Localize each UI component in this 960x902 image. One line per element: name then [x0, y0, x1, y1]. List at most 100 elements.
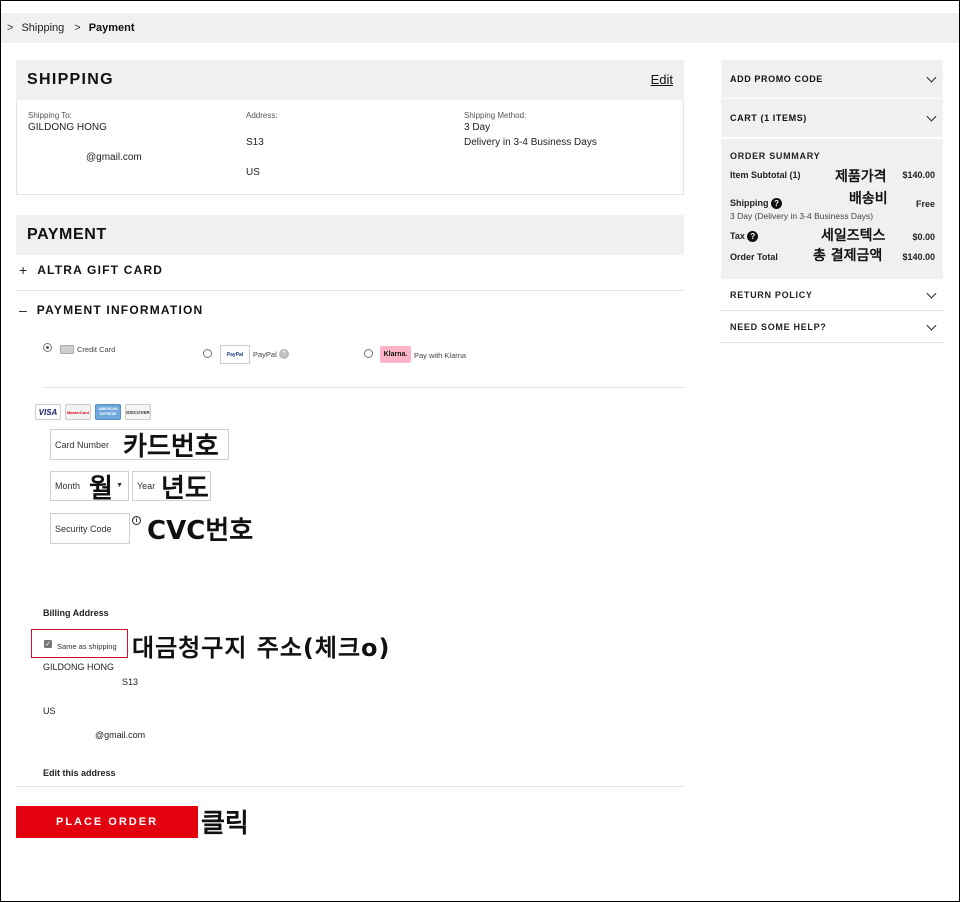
shipping-to-email: @gmail.com — [86, 152, 142, 163]
card-logos: VISA MasterCard AMERICAN EXPRESS DISCOVE… — [35, 404, 151, 420]
annotation-month: 월 — [89, 474, 113, 504]
divider — [43, 387, 684, 388]
annotation-item-price: 제품가격 — [835, 169, 887, 185]
tax-label-text: Tax — [730, 231, 745, 241]
paypal-logo-text: PayPal — [226, 351, 244, 358]
shipping-to-name: GILDONG HONG — [28, 122, 107, 133]
help-icon[interactable]: ? — [279, 349, 289, 359]
annotation-billing: 대금청구지 주소(체크o) — [132, 634, 391, 662]
discover-icon: DISCOVER — [125, 404, 151, 420]
shipping-edit-link[interactable]: Edit — [651, 72, 673, 87]
annotation-year: 년도 — [161, 474, 209, 504]
klarna-logo-text: Klarna. — [383, 351, 408, 358]
shipping-method-label: Shipping Method: — [464, 111, 527, 120]
annotation-shipping-fee: 배송비 — [849, 191, 888, 207]
plus-icon: + — [19, 262, 28, 278]
subtotal-value: $140.00 — [902, 170, 935, 180]
order-summary: ORDER SUMMARY Item Subtotal (1) 제품가격 $14… — [721, 139, 943, 279]
tax-value: $0.00 — [912, 232, 935, 242]
same-as-shipping-label[interactable]: Same as shipping — [57, 642, 117, 651]
payment-info-accordion[interactable]: – PAYMENT INFORMATION — [19, 302, 203, 318]
klarna-logo: Klarna. — [380, 346, 411, 363]
minus-icon: – — [19, 302, 27, 318]
chevron-down-icon — [926, 320, 937, 331]
billing-line: S13 — [122, 677, 139, 687]
credit-card-icon — [60, 345, 74, 354]
mastercard-icon: MasterCard — [65, 404, 91, 420]
shipping-label: Shipping ? — [730, 198, 783, 210]
payment-title: PAYMENT — [27, 226, 107, 243]
credit-card-label[interactable]: Credit Card — [77, 345, 115, 354]
shipping-value: Free — [915, 199, 935, 209]
shipping-detail: 3 Day (Delivery in 3-4 Business Days) — [730, 211, 874, 221]
chevron-right-icon: > — [7, 22, 14, 34]
payment-header: PAYMENT — [16, 215, 684, 255]
shipping-to-label: Shipping To: — [28, 111, 72, 120]
divider — [16, 786, 684, 787]
shipping-method-detail: Delivery in 3-4 Business Days — [464, 137, 597, 148]
paypal-label[interactable]: PayPal — [253, 350, 277, 359]
card-number-placeholder: Card Number — [55, 439, 110, 450]
help-accordion[interactable]: NEED SOME HELP? — [721, 311, 943, 343]
chevron-down-icon — [926, 72, 937, 83]
return-policy-accordion[interactable]: RETURN POLICY — [721, 279, 943, 311]
gift-card-title: ALTRA GIFT CARD — [37, 263, 164, 277]
amex-icon: AMERICAN EXPRESS — [95, 404, 121, 420]
cart-accordion[interactable]: CART (1 ITEMS) — [721, 99, 943, 137]
billing-email: @gmail.com — [95, 730, 146, 740]
security-code-input[interactable]: Security Code — [50, 513, 130, 544]
annotation-card-number: 카드번호 — [123, 432, 219, 462]
payment-info-title: PAYMENT INFORMATION — [36, 303, 204, 317]
info-icon[interactable]: i — [132, 516, 141, 525]
order-summary-title: ORDER SUMMARY — [730, 151, 821, 161]
breadcrumb: > Shipping > Payment — [1, 13, 959, 43]
total-label: Order Total — [730, 252, 778, 262]
annotation-click: 클릭 — [201, 809, 249, 839]
shipping-label-text: Shipping — [730, 198, 769, 208]
radio-klarna[interactable] — [364, 349, 373, 358]
chevron-right-icon: > — [74, 22, 81, 34]
security-code-placeholder: Security Code — [55, 523, 112, 534]
edit-address-link[interactable]: Edit this address — [43, 768, 116, 778]
radio-paypal[interactable] — [203, 349, 212, 358]
breadcrumb-payment: Payment — [88, 22, 135, 34]
subtotal-label: Item Subtotal (1) — [730, 170, 801, 180]
place-order-button[interactable]: PLACE ORDER — [16, 806, 198, 838]
shipping-title: SHIPPING — [27, 71, 114, 88]
annotation-total: 총 결제금액 — [813, 248, 883, 264]
year-placeholder: Year — [137, 481, 156, 491]
address-line: S13 — [246, 137, 264, 148]
help-icon[interactable]: ? — [771, 198, 783, 210]
divider — [16, 290, 684, 291]
billing-name: GILDONG HONG — [43, 662, 115, 672]
cart-title: CART (1 ITEMS) — [730, 113, 807, 123]
month-placeholder: Month — [55, 481, 81, 491]
address-label: Address: — [246, 111, 278, 120]
checkbox-checked-icon[interactable]: ✓ — [44, 640, 52, 648]
shipping-summary: Shipping To: GILDONG HONG @gmail.com Add… — [16, 100, 684, 195]
klarna-label[interactable]: Pay with Klarna — [414, 351, 466, 360]
breadcrumb-shipping[interactable]: Shipping — [21, 22, 64, 34]
promo-code-accordion[interactable]: ADD PROMO CODE — [721, 60, 943, 98]
caret-down-icon: ▼ — [116, 482, 123, 489]
address-country: US — [246, 167, 260, 178]
help-icon[interactable]: ? — [747, 231, 759, 243]
total-value: $140.00 — [902, 252, 935, 262]
gift-card-accordion[interactable]: + ALTRA GIFT CARD — [19, 262, 163, 278]
return-policy-title: RETURN POLICY — [730, 289, 813, 300]
paypal-logo: PayPal — [220, 345, 250, 364]
radio-credit-card[interactable] — [43, 343, 52, 352]
promo-code-title: ADD PROMO CODE — [730, 74, 823, 84]
shipping-header: SHIPPING Edit — [16, 60, 684, 100]
billing-title: Billing Address — [43, 608, 109, 618]
chevron-down-icon — [926, 288, 937, 299]
annotation-cvc: CVC번호 — [147, 516, 254, 546]
help-title: NEED SOME HELP? — [730, 321, 827, 332]
annotation-sales-tax: 세일즈텍스 — [821, 228, 886, 244]
chevron-down-icon — [926, 111, 937, 122]
visa-icon: VISA — [35, 404, 61, 420]
billing-country: US — [43, 706, 56, 716]
tax-label: Tax ? — [730, 231, 759, 243]
shipping-method-name: 3 Day — [464, 122, 491, 133]
place-order-label: PLACE ORDER — [55, 816, 159, 828]
